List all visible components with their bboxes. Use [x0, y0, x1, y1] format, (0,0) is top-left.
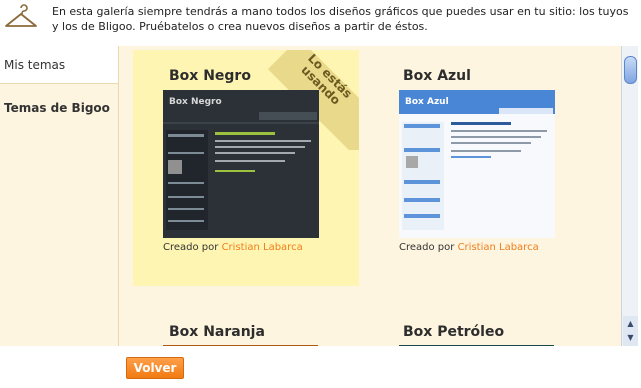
- hanger-icon: [5, 4, 37, 27]
- scrollbar-thumb[interactable]: [624, 56, 637, 84]
- theme-card-box-naranja[interactable]: Box Naranja: [163, 316, 323, 346]
- theme-preview-strip: [399, 345, 554, 346]
- theme-gallery: Lo estás usando Box Negro Box Negro Crea…: [118, 46, 638, 346]
- thumb-title: Box Azul: [405, 97, 449, 107]
- author-link[interactable]: Cristian Labarca: [458, 242, 539, 253]
- theme-credit: Creado por Cristian Labarca: [399, 242, 539, 253]
- theme-title: Box Petróleo: [403, 324, 505, 340]
- credit-prefix: Creado por: [399, 242, 455, 253]
- theme-card-box-negro[interactable]: Lo estás usando Box Negro Box Negro Crea…: [133, 50, 359, 286]
- theme-card-box-petroleo[interactable]: Box Petróleo: [399, 316, 559, 346]
- theme-title: Box Negro: [169, 68, 251, 84]
- thumb-title: Box Negro: [169, 97, 222, 107]
- theme-credit: Creado por Cristian Labarca: [163, 242, 303, 253]
- theme-card-box-azul[interactable]: Box Azul Box Azul Creado por Cristian La…: [391, 50, 591, 286]
- theme-title: Box Azul: [403, 68, 471, 84]
- gallery-scrollbar[interactable]: ▲ ▼: [621, 46, 638, 346]
- author-link[interactable]: Cristian Labarca: [222, 242, 303, 253]
- scroll-down-icon[interactable]: ▼: [623, 330, 638, 346]
- theme-title: Box Naranja: [169, 324, 265, 340]
- credit-prefix: Creado por: [163, 242, 219, 253]
- sidebar-item-temas-de-bigoo[interactable]: Temas de Bigoo: [0, 84, 118, 132]
- theme-thumbnail-box-negro[interactable]: Box Negro: [163, 90, 319, 238]
- sidebar-item-mis-temas[interactable]: Mis temas: [0, 46, 118, 84]
- theme-thumbnail-box-azul[interactable]: Box Azul: [399, 90, 555, 238]
- back-button[interactable]: Volver: [126, 357, 184, 379]
- theme-preview-strip: [163, 345, 318, 346]
- intro-text: En esta galería siempre tendrás a mano t…: [52, 5, 629, 33]
